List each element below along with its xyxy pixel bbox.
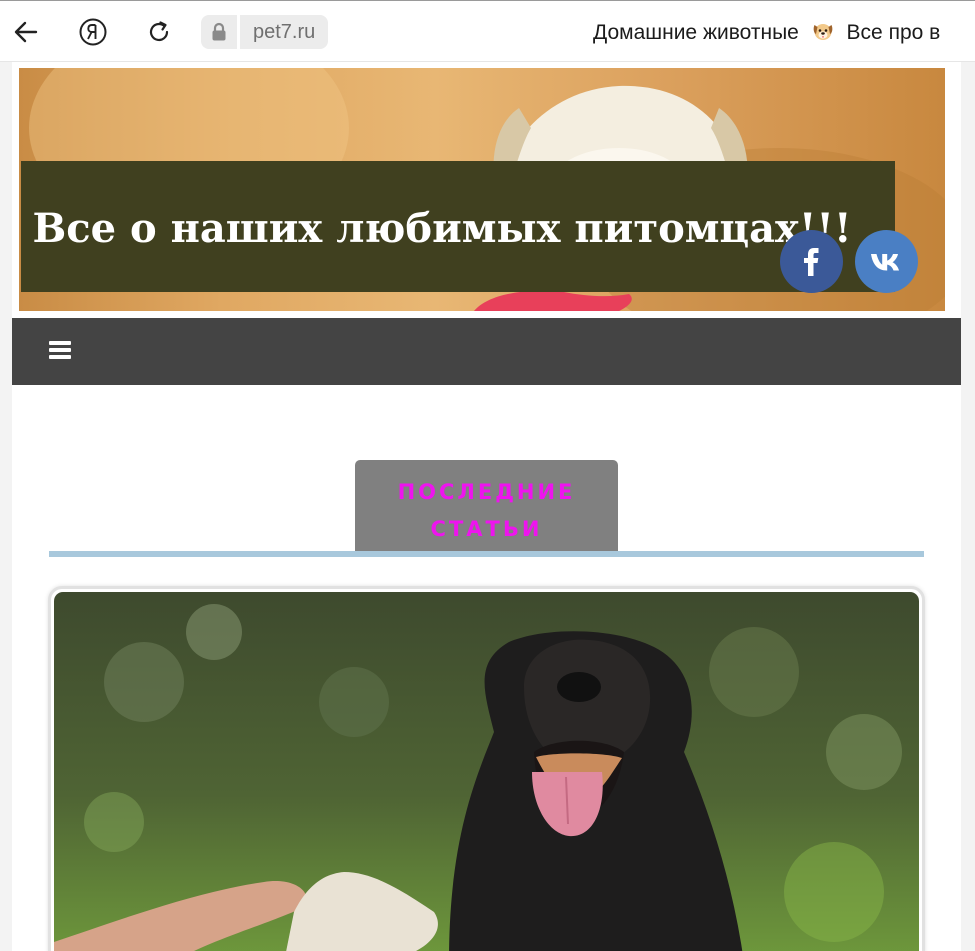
section-title: ПОСЛЕДНИЕ СТАТЬИ [397, 480, 576, 541]
tab-title-text: Домашние животные [593, 21, 799, 44]
lock-icon [212, 22, 226, 41]
vk-share-button[interactable] [855, 230, 918, 293]
site-title-box: Все о наших любимых питомцах!!! [21, 161, 895, 292]
reload-icon [149, 21, 169, 42]
back-button[interactable] [9, 15, 43, 49]
page-title-bar: Домашние животные Все про в [593, 19, 940, 46]
dog-face-emoji-icon [813, 24, 833, 40]
address-bar[interactable]: pet7.ru [240, 15, 329, 49]
latest-articles-tab: ПОСЛЕДНИЕ СТАТЬИ [355, 460, 618, 554]
section-divider [49, 551, 924, 557]
vk-icon [870, 253, 899, 270]
hamburger-menu-icon[interactable] [49, 341, 71, 363]
yandex-button[interactable] [76, 15, 110, 49]
dog-photo [54, 592, 919, 951]
arrow-left-icon [14, 21, 38, 43]
browser-toolbar: pet7.ru Домашние животные Все про в [0, 0, 975, 62]
site-security-indicator[interactable] [201, 15, 237, 49]
url-text: pet7.ru [253, 21, 316, 43]
reload-button[interactable] [142, 15, 176, 49]
facebook-share-button[interactable] [780, 230, 843, 293]
tab-title-suffix: Все про в [846, 21, 941, 44]
yandex-logo-icon [79, 18, 107, 46]
main-navigation-bar [12, 318, 961, 385]
article-image[interactable] [54, 592, 919, 951]
facebook-icon [803, 247, 818, 276]
site-title[interactable]: Все о наших любимых питомцах!!! [32, 205, 851, 252]
